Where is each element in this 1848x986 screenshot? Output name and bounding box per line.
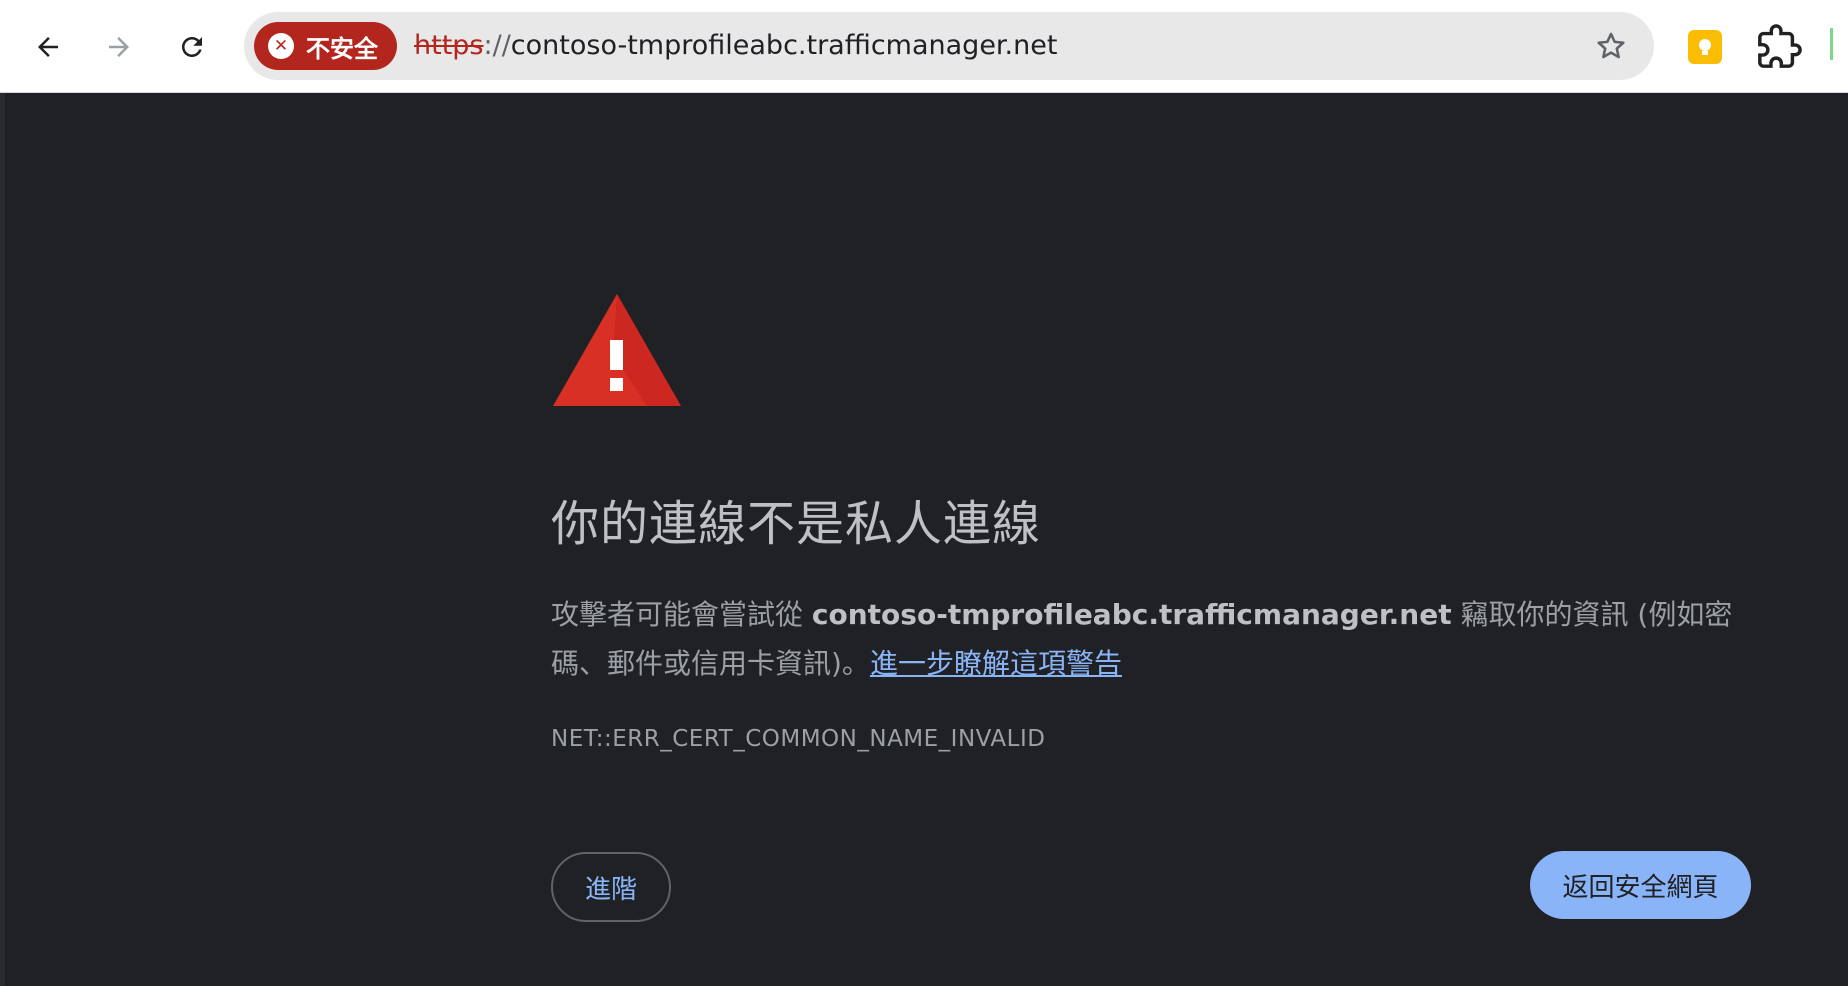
learn-more-link[interactable]: 進一步瞭解這項警告 bbox=[870, 647, 1122, 680]
arrow-left-icon bbox=[38, 37, 58, 57]
warning-description: 攻擊者可能會嘗試從 contoso-tmprofileabc.trafficma… bbox=[551, 590, 1741, 688]
bookmark-star-icon[interactable] bbox=[1594, 29, 1628, 63]
browser-toolbar: ✕ 不安全 https://contoso-tmprofileabc.traff… bbox=[0, 0, 1848, 93]
profile-indicator bbox=[1830, 28, 1833, 60]
warning-triangle-icon bbox=[553, 294, 681, 406]
window-edge bbox=[0, 93, 5, 986]
back-button[interactable] bbox=[23, 22, 73, 72]
not-secure-chip[interactable]: ✕ 不安全 bbox=[254, 22, 397, 70]
description-prefix: 攻擊者可能會嘗試從 bbox=[551, 598, 812, 631]
extension-yellow-icon[interactable] bbox=[1688, 30, 1722, 64]
page-title: 你的連線不是私人連線 bbox=[551, 496, 1042, 552]
address-bar[interactable]: ✕ 不安全 https://contoso-tmprofileabc.traff… bbox=[244, 12, 1654, 80]
description-host: contoso-tmprofileabc.trafficmanager.net bbox=[811, 598, 1452, 631]
advanced-button[interactable]: 進階 bbox=[551, 852, 671, 922]
puzzle-icon[interactable] bbox=[1756, 24, 1802, 70]
error-x-icon: ✕ bbox=[268, 33, 294, 59]
reload-icon bbox=[182, 37, 202, 57]
error-code: NET::ERR_CERT_COMMON_NAME_INVALID bbox=[551, 726, 1046, 752]
bulb-icon bbox=[1699, 39, 1711, 55]
url-host: contoso-tmprofileabc.trafficmanager.net bbox=[510, 30, 1058, 61]
url-text[interactable]: https://contoso-tmprofileabc.trafficmana… bbox=[414, 12, 1057, 80]
reload-button[interactable] bbox=[167, 22, 217, 72]
not-secure-label: 不安全 bbox=[306, 34, 378, 63]
interstitial-content: 你的連線不是私人連線 攻擊者可能會嘗試從 contoso-tmprofileab… bbox=[551, 292, 1751, 752]
forward-button[interactable] bbox=[94, 22, 144, 72]
back-to-safety-button[interactable]: 返回安全網頁 bbox=[1530, 851, 1751, 919]
arrow-right-icon bbox=[109, 37, 129, 57]
url-separator: :// bbox=[483, 30, 511, 61]
url-scheme: https bbox=[414, 30, 484, 61]
